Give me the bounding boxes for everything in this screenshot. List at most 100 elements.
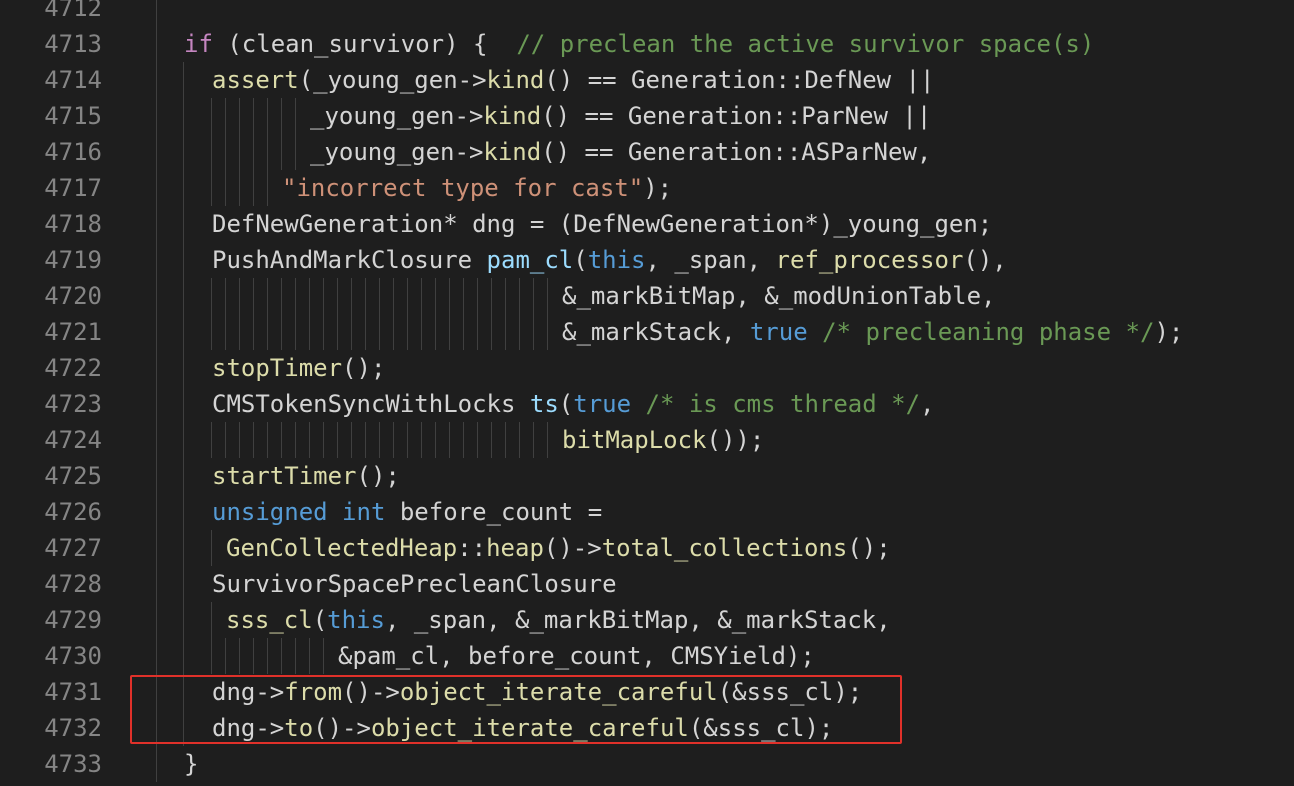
code-line[interactable]: 4715 _young_gen->kind() == Generation::Pa… — [0, 98, 1294, 134]
indent-guide — [323, 278, 324, 314]
line-number: 4727 — [44, 534, 102, 562]
line-number: 4733 — [44, 750, 102, 778]
code-token-plain: ()); — [706, 426, 765, 454]
code-line[interactable]: 4713 if (clean_survivor) { // preclean th… — [0, 26, 1294, 62]
code-token-plain: ()-> — [342, 678, 400, 706]
indent-guide — [295, 422, 296, 458]
code-token-plain: ); — [1154, 318, 1184, 346]
line-number: 4732 — [44, 714, 102, 742]
indent-guide — [281, 314, 282, 350]
code-token-plain: SurvivorSpacePrecleanClosure — [212, 570, 617, 598]
indent-guide — [239, 314, 240, 350]
code-line[interactable]: 4733} — [0, 746, 1294, 782]
code-line[interactable]: 4731 dng->from()->object_iterate_careful(… — [0, 674, 1294, 710]
indent-guide — [253, 638, 254, 674]
indent-guide — [183, 170, 184, 206]
indent-guide — [267, 170, 268, 206]
indent-guide — [379, 314, 380, 350]
indent-guide — [183, 242, 184, 278]
code-line[interactable]: 4714 assert(_young_gen->kind() == Generat… — [0, 62, 1294, 98]
indent-guide — [295, 278, 296, 314]
indent-guide — [253, 98, 254, 134]
indent-guide — [519, 422, 520, 458]
line-number: 4716 — [44, 138, 102, 166]
indent-guide — [183, 386, 184, 422]
line-number: 4724 — [44, 426, 102, 454]
indent-guide — [281, 134, 282, 170]
indent-guide — [156, 638, 157, 674]
indent-guide — [463, 422, 464, 458]
code-token-plain: (); — [847, 534, 891, 562]
line-number: 4714 — [44, 66, 102, 94]
indent-guide — [183, 278, 184, 314]
code-line[interactable]: 4719 PushAndMarkClosure pam_cl(this, _spa… — [0, 242, 1294, 278]
indent-guide — [533, 278, 534, 314]
indent-guide — [449, 422, 450, 458]
code-editor[interactable]: 4712 4713 if (clean_survivor) { // preclea… — [0, 0, 1294, 782]
code-line[interactable]: 4722 stopTimer(); — [0, 350, 1294, 386]
indent-guide — [183, 566, 184, 602]
code-line[interactable]: 4725 startTimer(); — [0, 458, 1294, 494]
code-line[interactable]: 4712 — [0, 0, 1294, 26]
indent-guide — [519, 314, 520, 350]
code-text: dng->to()->object_iterate_careful(&sss_c… — [212, 710, 833, 746]
code-line[interactable]: 4716 _young_gen->kind() == Generation::AS… — [0, 134, 1294, 170]
code-token-func: total_collections — [601, 534, 848, 562]
code-token-plain: CMSTokenSyncWithLocks — [212, 390, 530, 418]
code-line[interactable]: 4724 bitMapLock()); — [0, 422, 1294, 458]
indent-guide — [239, 170, 240, 206]
code-text: if (clean_survivor) { // preclean the ac… — [184, 26, 1094, 62]
line-number: 4715 — [44, 102, 102, 130]
code-token-const: this — [587, 246, 646, 274]
code-token-func: from — [284, 678, 343, 706]
code-token-plain: &_markBitMap, &_modUnionTable, — [562, 282, 996, 310]
indent-guide — [463, 278, 464, 314]
code-token-plain: _young_gen-> — [310, 138, 484, 166]
indent-guide — [211, 314, 212, 350]
indent-guide — [156, 0, 157, 26]
indent-guide — [253, 314, 254, 350]
code-line[interactable]: 4729 sss_cl(this, _span, &_markBitMap, &_… — [0, 602, 1294, 638]
code-line[interactable]: 4717 "incorrect type for cast"); — [0, 170, 1294, 206]
indent-guide — [183, 62, 184, 98]
indent-guide — [449, 314, 450, 350]
indent-guide — [267, 314, 268, 350]
code-line[interactable]: 4727 GenCollectedHeap::heap()->total_coll… — [0, 530, 1294, 566]
code-token-plain: ()-> — [543, 534, 602, 562]
indent-guide — [156, 566, 157, 602]
code-line[interactable]: 4732 dng->to()->object_iterate_careful(&s… — [0, 710, 1294, 746]
code-token-func: GenCollectedHeap — [226, 534, 458, 562]
code-token-plain: () == Generation::ParNew || — [541, 102, 932, 130]
code-token-plain: (), — [963, 246, 1007, 274]
code-token-plain: (); — [342, 354, 386, 382]
indent-guide — [156, 530, 157, 566]
code-line[interactable]: 4728 SurvivorSpacePrecleanClosure — [0, 566, 1294, 602]
code-line[interactable]: 4718 DefNewGeneration* dng = (DefNewGener… — [0, 206, 1294, 242]
indent-guide — [156, 350, 157, 386]
code-token-func: kind — [486, 66, 545, 94]
indent-guide — [295, 638, 296, 674]
code-token-plain: &_markStack, — [562, 318, 750, 346]
code-token-func: stopTimer — [212, 354, 343, 382]
line-number: 4726 — [44, 498, 102, 526]
code-line[interactable]: 4730 &pam_cl, before_count, CMSYield); — [0, 638, 1294, 674]
code-text: PushAndMarkClosure pam_cl(this, _span, r… — [212, 242, 1007, 278]
code-line[interactable]: 4720 &_markBitMap, &_modUnionTable, — [0, 278, 1294, 314]
indent-guide — [211, 530, 212, 566]
indent-guide — [183, 314, 184, 350]
code-token-comment: // preclean the active survivor space(s) — [516, 30, 1095, 58]
code-line[interactable]: 4721 &_markStack, true /* precleaning pha… — [0, 314, 1294, 350]
code-line[interactable]: 4723 CMSTokenSyncWithLocks ts(true /* is … — [0, 386, 1294, 422]
code-text: DefNewGeneration* dng = (DefNewGeneratio… — [212, 206, 992, 242]
indent-guide — [337, 422, 338, 458]
code-token-plain: before_count = — [385, 498, 603, 526]
code-token-func: object_iterate_careful — [370, 714, 689, 742]
indent-guide — [211, 98, 212, 134]
indent-guide — [379, 278, 380, 314]
code-line[interactable]: 4726 unsigned int before_count = — [0, 494, 1294, 530]
indent-guide — [505, 278, 506, 314]
indent-guide — [211, 134, 212, 170]
indent-guide — [183, 458, 184, 494]
indent-guide — [225, 314, 226, 350]
